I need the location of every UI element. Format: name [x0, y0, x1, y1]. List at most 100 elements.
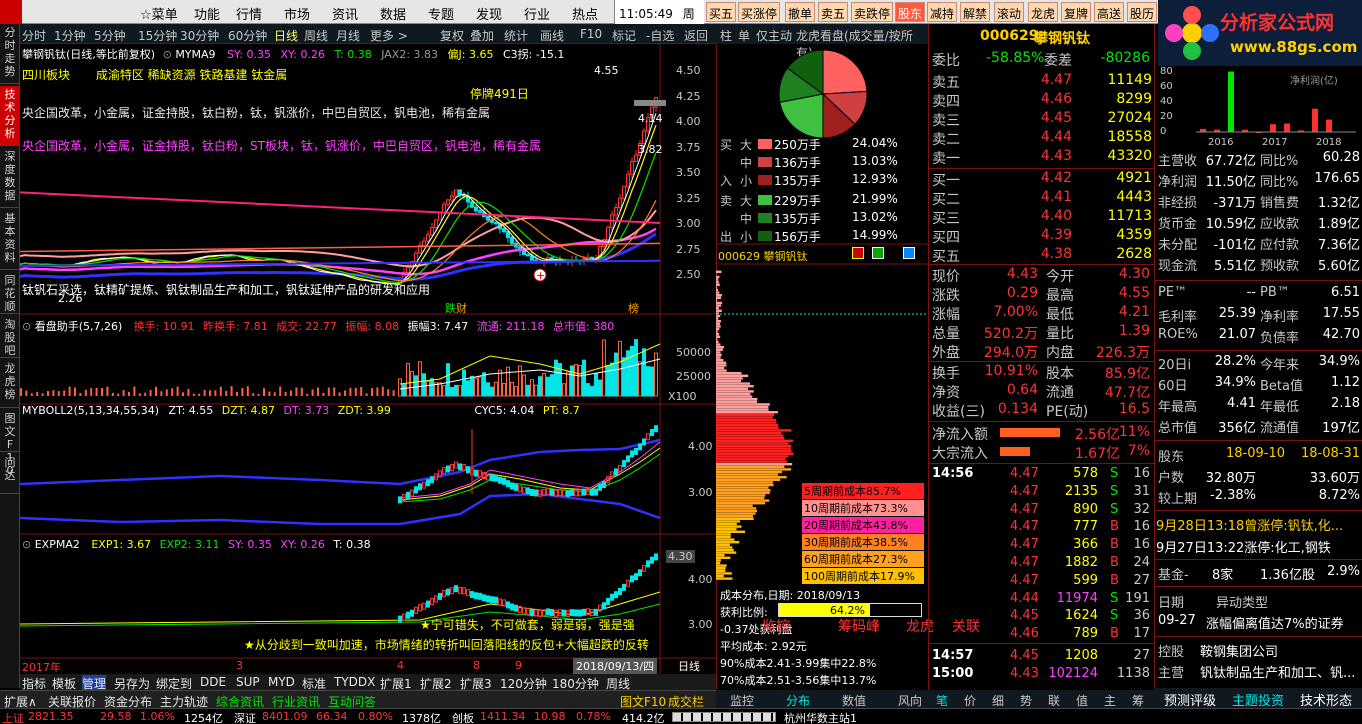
quick-button[interactable]: 卖跌停: [851, 2, 894, 22]
vtab[interactable]: 深度数据: [0, 148, 20, 208]
event-row[interactable]: 09-27 涨幅偏离值达7%的证券: [1156, 613, 1362, 633]
mid-head-tab[interactable]: 仅主动: [756, 27, 792, 44]
toolbar-button[interactable]: 画线: [540, 27, 564, 44]
period-tab[interactable]: 分时: [22, 27, 46, 44]
stat-row: 净资 0.64 流通 47.7亿: [930, 382, 1152, 401]
fund-bottom-tab[interactable]: 预测评级: [1164, 690, 1216, 709]
menu-item[interactable]: 资讯: [332, 4, 358, 23]
quick-button[interactable]: 买五: [706, 2, 737, 22]
expma-candle: [418, 604, 422, 612]
mid-bottom-tab[interactable]: 分布: [786, 692, 810, 709]
quote-bottom-tab[interactable]: 价: [964, 692, 976, 709]
period-tab[interactable]: 60分钟: [228, 27, 267, 44]
quick-button[interactable]: 解禁: [960, 2, 991, 22]
vtab[interactable]: 龙虎榜: [0, 360, 20, 408]
sz-label[interactable]: 深证: [234, 710, 256, 724]
menu-item[interactable]: 发现: [476, 4, 502, 23]
period-tab[interactable]: 月线: [336, 27, 360, 44]
quick-button[interactable]: 买涨停: [738, 2, 781, 22]
news-item-2[interactable]: 9月27日13:22涨停:化工,钢铁: [1156, 537, 1362, 557]
chip-bar: [716, 346, 725, 349]
sh-label[interactable]: 上证: [2, 710, 24, 724]
indicator-tab[interactable]: TYDDX: [334, 675, 375, 689]
menu-item[interactable]: 行情: [236, 4, 262, 23]
overlay-link[interactable]: 监控: [762, 616, 790, 636]
mid-head-tab[interactable]: 柱: [720, 27, 732, 44]
vtab[interactable]: 淘股吧: [0, 316, 20, 358]
vtab[interactable]: 分时走势: [0, 24, 20, 84]
boll-candle: [522, 486, 526, 494]
mid-bottom-tab[interactable]: 风向: [898, 692, 922, 709]
period-tab[interactable]: 更多 >: [370, 27, 408, 44]
period-label[interactable]: 日线: [678, 658, 700, 674]
quick-button[interactable]: 股历: [1127, 2, 1158, 22]
toolbar-button[interactable]: 返回: [684, 27, 708, 44]
fund-bottom-tab[interactable]: 主题投资: [1232, 690, 1284, 709]
indicator-tab[interactable]: SUP: [236, 675, 260, 689]
quick-button[interactable]: 滚动: [994, 2, 1025, 22]
news-item-1[interactable]: 9月28日13:18曾涨停:钒钛,化...: [1156, 515, 1362, 535]
quote-bottom-tab[interactable]: 筹: [1132, 692, 1144, 709]
overlay-link[interactable]: 筹码峰: [838, 616, 880, 636]
menu-item[interactable]: 数据: [380, 4, 406, 23]
quick-button[interactable]: 股东: [895, 2, 926, 22]
signal-icon[interactable]: [852, 247, 864, 259]
quick-button[interactable]: 复牌: [1061, 2, 1092, 22]
tick-row: 15:00 4.43 102124 1138: [930, 666, 1152, 683]
vtab[interactable]: 基本资料: [0, 210, 20, 270]
settings-icon[interactable]: ⊙: [163, 48, 172, 61]
y-tick: 4.00: [688, 573, 713, 586]
menu-item[interactable]: 功能: [194, 4, 220, 23]
server-name[interactable]: 杭州华数主站1: [784, 710, 857, 724]
period-tab[interactable]: 日线: [274, 27, 298, 44]
vtab[interactable]: 图文F10: [0, 410, 20, 477]
mid-head-tab[interactable]: 单: [738, 27, 750, 44]
toolbar-button[interactable]: 标记: [612, 27, 636, 44]
expma-settings-icon[interactable]: ⊙: [22, 538, 31, 551]
toolbar-button[interactable]: 统计: [504, 27, 528, 44]
quote-bottom-tab[interactable]: 势: [1020, 692, 1032, 709]
quote-bottom-tab[interactable]: 笔: [936, 692, 948, 709]
menu-item[interactable]: 专题: [428, 4, 454, 23]
toolbar-button[interactable]: F10: [580, 27, 602, 41]
period-tab[interactable]: 5分钟: [94, 27, 126, 44]
quick-button[interactable]: 撤单: [785, 2, 816, 22]
indicator-tab[interactable]: MYD: [268, 675, 295, 689]
quote-header: 000629 攀钢钒钛: [930, 26, 1152, 47]
tick-time: 14:56: [932, 466, 974, 481]
chart-icon[interactable]: [871, 247, 884, 259]
quote-bottom-tab[interactable]: 细: [992, 692, 1004, 709]
period-tab[interactable]: 15分钟: [138, 27, 177, 44]
period-tab[interactable]: 周线: [304, 27, 328, 44]
menu-item[interactable]: ☆菜单: [140, 4, 178, 23]
fund-bottom-tab[interactable]: 技术形态: [1300, 690, 1352, 709]
vtab[interactable]: 技术分析: [0, 86, 20, 146]
quick-button[interactable]: 龙虎: [1028, 2, 1059, 22]
menu-item[interactable]: 热点: [572, 4, 598, 23]
menu-item[interactable]: 行业: [524, 4, 550, 23]
quick-button[interactable]: 卖五: [818, 2, 849, 22]
period-tab[interactable]: 1分钟: [54, 27, 86, 44]
period-tab[interactable]: 30分钟: [180, 27, 219, 44]
quick-button[interactable]: 减持: [927, 2, 958, 22]
mid-bottom-tab[interactable]: 监控: [730, 692, 754, 709]
menu-item[interactable]: 市场: [284, 4, 310, 23]
indicator-tab[interactable]: DDE: [200, 675, 226, 689]
export-icon[interactable]: [903, 247, 915, 259]
toolbar-button[interactable]: 叠加: [470, 27, 494, 44]
quick-button[interactable]: 高送: [1094, 2, 1125, 22]
vol-settings-icon[interactable]: ⊙: [22, 320, 31, 333]
mid-bottom-tab[interactable]: 数值: [842, 692, 866, 709]
vtab[interactable]: 问达: [0, 454, 20, 494]
cy-label[interactable]: 创板: [452, 710, 474, 724]
quote-bottom-tab[interactable]: 联: [1048, 692, 1060, 709]
quote-bottom-tab[interactable]: 主: [1104, 692, 1116, 709]
vtab[interactable]: 同花顺: [0, 272, 20, 314]
y-tick: X100: [668, 390, 697, 403]
chip-bar: [716, 476, 787, 479]
expma-panel-header: ⊙ EXPMA2 EXP1: 3.67 EXP2: 3.11 SY: 0.35 …: [22, 538, 371, 551]
toolbar-button[interactable]: 复权: [440, 27, 464, 44]
toolbar-button[interactable]: -自选: [646, 27, 674, 44]
app-logo[interactable]: [0, 0, 22, 24]
quote-bottom-tab[interactable]: 值: [1076, 692, 1088, 709]
